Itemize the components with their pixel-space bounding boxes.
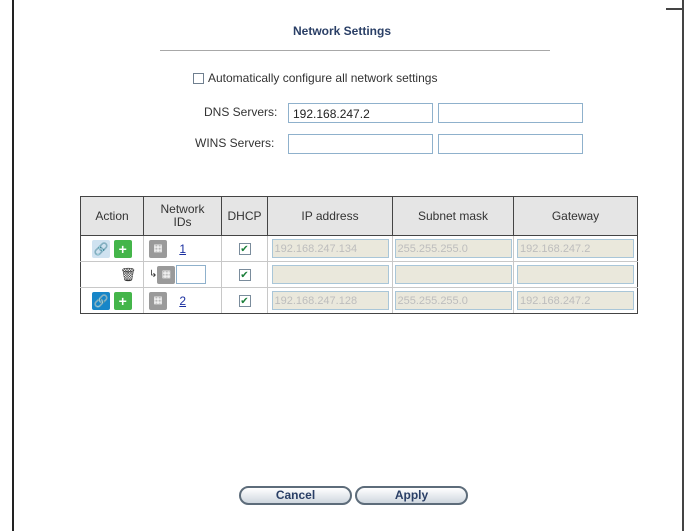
network-id-link[interactable]: 2 [179,294,186,308]
network-id-cell: ▦ 1 [143,235,222,262]
gateway-cell [513,261,638,288]
table-header-row: Action Network IDs DHCP IP address Subne… [80,196,638,236]
window-frame-left [12,0,14,531]
wins-servers-label: WINS Servers: [195,136,275,150]
subnet-mask-field[interactable] [394,265,512,284]
ip-address-field[interactable] [271,265,389,284]
network-icon: ▦ [149,239,167,258]
wins-primary-field[interactable] [288,134,433,154]
dhcp-cell: ✔ [221,287,268,314]
trash-icon[interactable]: 🗑 [119,266,137,284]
action-cell: 🔗 + [80,235,144,262]
col-header-ip: IP address [267,196,393,236]
col-header-network-ids-line2: IDs [173,215,192,229]
plus-icon[interactable]: + [113,239,132,258]
subnet-cell: 255.255.255.0 [392,287,514,314]
auto-configure-label: Automatically configure all network sett… [208,71,438,85]
gateway-field[interactable]: 192.168.247.2 [517,239,634,258]
subnet-cell: 255.255.255.0 [392,235,514,262]
network-id-link[interactable]: 1 [179,242,186,256]
auto-configure-row[interactable]: Automatically configure all network sett… [193,71,437,85]
subnet-mask-field[interactable]: 255.255.255.0 [394,239,512,258]
dns-secondary-field[interactable] [438,103,583,123]
ip-cell: 192.168.247.128 [267,287,393,314]
link-icon[interactable]: 🔗 [92,239,111,258]
ip-cell [267,261,393,288]
subnet-mask-field[interactable]: 255.255.255.0 [394,291,512,310]
ip-address-field[interactable]: 192.168.247.128 [271,291,389,310]
title-divider [160,50,550,51]
wins-secondary-field[interactable] [438,134,583,154]
link-icon[interactable]: 🔗 [92,291,111,310]
dhcp-cell: ✔ [221,261,268,288]
dialog-title: Network Settings [292,24,391,38]
cancel-button[interactable]: Cancel [239,486,352,505]
gateway-cell: 192.168.247.2 [513,235,638,262]
col-header-action: Action [80,196,144,236]
plus-icon[interactable]: + [113,291,132,310]
col-header-subnet: Subnet mask [392,196,514,236]
ip-cell: 192.168.247.134 [267,235,393,262]
dhcp-checkbox[interactable]: ✔ [238,269,251,282]
window-frame-top [666,8,684,10]
gateway-field[interactable] [517,265,634,284]
col-header-network-ids-line1: Network [160,202,205,216]
col-header-network-ids: Network IDs [143,196,222,236]
network-id-input[interactable] [176,265,207,284]
subnet-cell [392,261,514,288]
table-row: 🗑 ↳ ▦ ✔ [80,261,638,288]
col-header-gateway: Gateway [513,196,638,236]
dns-primary-field[interactable]: 192.168.247.2 [288,103,433,123]
ip-address-field[interactable]: 192.168.247.134 [271,239,389,258]
gateway-cell: 192.168.247.2 [513,287,638,314]
gateway-field[interactable]: 192.168.247.2 [517,291,634,310]
network-icon: ▦ [157,265,176,284]
table-row: 🔗 + ▦ 1 ✔ 192.168.247.134 255.255.255.0 … [80,235,638,262]
dhcp-cell: ✔ [221,235,268,262]
network-table: Action Network IDs DHCP IP address Subne… [80,196,638,314]
apply-button[interactable]: Apply [355,486,468,505]
dns-servers-label: DNS Servers: [204,105,278,119]
network-id-cell: ▦ 2 [143,287,222,314]
auto-configure-checkbox[interactable] [193,72,204,84]
arrow-icon: ↳ [149,269,158,280]
network-id-cell: ↳ ▦ [143,261,222,288]
table-row: 🔗 + ▦ 2 ✔ 192.168.247.128 255.255.255.0 … [80,287,638,314]
network-icon: ▦ [149,291,167,310]
dhcp-checkbox[interactable]: ✔ [238,243,251,256]
action-cell: 🔗 + [80,287,144,314]
action-cell: 🗑 [80,261,144,288]
dhcp-checkbox[interactable]: ✔ [238,295,251,308]
col-header-dhcp: DHCP [221,196,268,236]
